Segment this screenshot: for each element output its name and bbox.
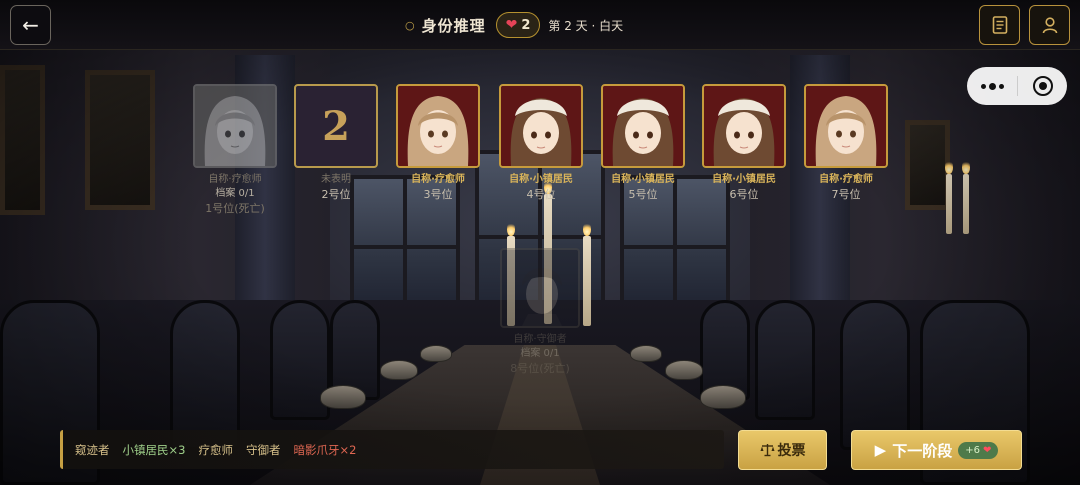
player-seat-4[interactable]: 自称·小镇居民 4号位 [499,84,583,203]
player-portrait: 2 [294,84,378,168]
arrow-left-icon: ← [22,13,39,37]
blonde-girl-portrait [195,86,275,166]
day-phase-label: 第 2 天 · 白天 [548,18,624,33]
miniprogram-capsule [967,67,1067,105]
next-phase-button[interactable]: ▶ 下一阶段 +6 ❤ [851,430,1022,470]
player-claim: 自称·守御者 [513,334,567,345]
player-claim: 自称·疗愈师 [208,174,262,185]
player-record: 档案 0/1 [520,348,560,359]
user-icon [1042,17,1057,34]
top-bar: ← ○ 身份推理 ❤ 2 第 2 天 · 白天 [0,0,1080,50]
next-phase-label: 下一阶段 [892,441,953,460]
heart-icon: ❤ [505,17,518,33]
player-seat-8[interactable]: 自称·守御者 档案 0/1 8号位(死亡) [500,248,580,377]
player-claim: 自称·疗愈师 [819,174,873,185]
player-seat-label: 8号位(死亡) [510,362,570,375]
reward-amount: +6 [965,444,980,456]
player-seat-label: 3号位 [423,188,453,201]
notes-button[interactable] [979,5,1020,45]
play-icon: ▶ [874,441,887,459]
player-portrait [500,248,580,328]
role-list-bar: 窥迹者 小镇居民×3 疗愈师 守御者 暗影爪牙×2 [60,430,724,469]
role-item: 守御者 [245,442,281,457]
player-portrait [499,84,583,168]
player-seat-label: 1号位(死亡) [205,202,265,215]
player-portrait [193,84,277,168]
blonde-girl-portrait [398,86,478,166]
vote-button[interactable]: 投票 [738,430,827,470]
player-number: 2 [322,102,350,150]
brunette-girl-portrait [603,86,683,166]
player-portrait [804,84,888,168]
player-seat-label: 2号位 [321,188,351,201]
player-record: 档案 0/1 [215,188,255,199]
player-seat-7[interactable]: 自称·疗愈师 7号位 [804,84,888,203]
heart-icon: ❤ [982,444,992,456]
dark-hair-man-portrait [502,250,578,326]
player-seat-5[interactable]: 自称·小镇居民 5号位 [601,84,685,203]
notebook-icon [992,16,1007,34]
player-seat-3[interactable]: 自称·疗愈师 3号位 [396,84,480,203]
role-item: 暗影爪牙×2 [293,442,357,457]
player-seat-label: 6号位 [729,188,759,201]
vote-label: 投票 [777,443,806,459]
player-claim: 自称·小镇居民 [712,174,776,185]
hearts-count: 2 [521,17,531,33]
title-group: ○ 身份推理 ❤ 2 第 2 天 · 白天 [405,10,623,40]
brunette-girl-portrait [704,86,784,166]
player-claim: 自称·疗愈师 [411,174,465,185]
player-portrait [396,84,480,168]
player-seat-1[interactable]: 自称·疗愈师 档案 0/1 1号位(死亡) [193,84,277,217]
profile-button[interactable] [1029,5,1070,45]
brunette-girl-portrait [501,86,581,166]
diamond-icon: ○ [405,18,415,32]
player-seat-2[interactable]: 2 未表明 2号位 [294,84,378,203]
reward-badge: +6 ❤ [958,441,999,459]
player-claim: 自称·小镇居民 [509,174,573,185]
player-seat-label: 5号位 [628,188,658,201]
hearts-badge: ❤ 2 [495,12,541,38]
player-seat-label: 4号位 [526,188,556,201]
player-portrait [702,84,786,168]
more-dots-icon[interactable] [967,67,1017,105]
player-claim: 未表明 [321,174,351,185]
role-item: 窥迹者 [75,442,110,457]
player-seat-6[interactable]: 自称·小镇居民 6号位 [702,84,786,203]
vignette [0,0,1080,485]
player-claim: 自称·小镇居民 [611,174,675,185]
scales-icon [760,444,774,457]
target-circle-icon[interactable] [1018,67,1067,105]
role-item: 疗愈师 [198,442,233,457]
player-portrait [601,84,685,168]
role-item: 小镇居民×3 [122,442,186,457]
player-seat-label: 7号位 [831,188,861,201]
page-title: 身份推理 [421,16,486,35]
mansion-dining-hall-background [0,0,1080,485]
back-button[interactable]: ← [10,5,51,45]
blonde-girl-portrait [806,86,886,166]
